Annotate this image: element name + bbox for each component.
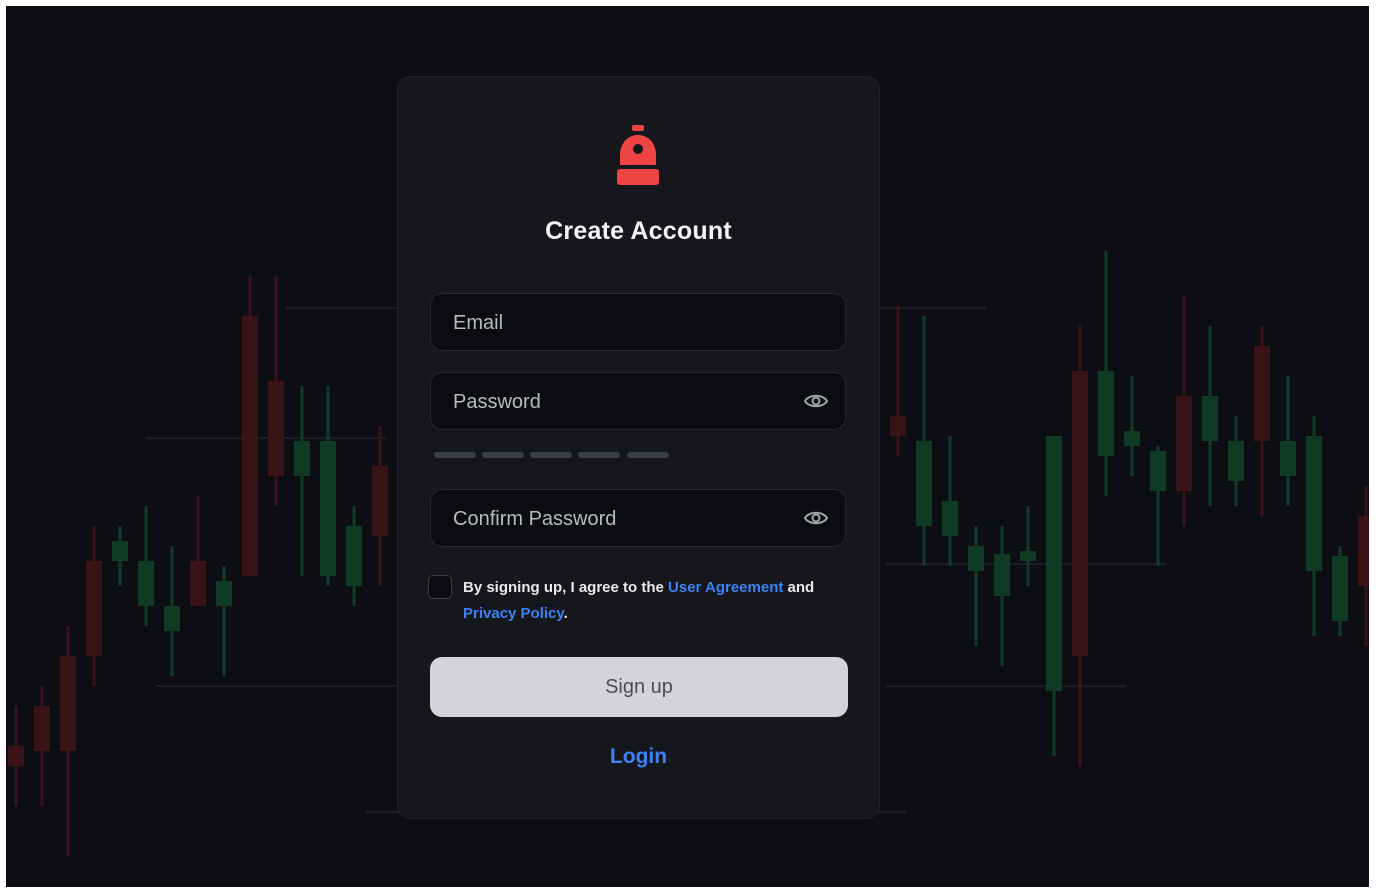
candle-body — [1176, 396, 1192, 491]
agreement-text-before: By signing up, I agree to the — [463, 579, 669, 596]
agreement-text: By signing up, I agree to the User Agree… — [463, 575, 843, 627]
eye-icon[interactable] — [803, 507, 829, 529]
password-strength-meter — [434, 452, 674, 460]
privacy-policy-link[interactable]: Privacy Policy — [463, 605, 564, 622]
candle-body — [1046, 436, 1062, 691]
candle-body — [8, 746, 24, 766]
candle-body — [1124, 431, 1140, 446]
confirm-password-input[interactable] — [451, 490, 795, 548]
candle-body — [1098, 371, 1114, 456]
candle-body — [86, 561, 102, 656]
eye-icon[interactable] — [803, 390, 829, 412]
email-field[interactable] — [430, 293, 846, 352]
agreement-text-middle: and — [783, 579, 815, 596]
candle-body — [1072, 371, 1088, 656]
candle-body — [190, 561, 206, 606]
candle-body — [164, 606, 180, 631]
candle-body — [968, 546, 984, 571]
candle-body — [60, 656, 76, 751]
strength-segment — [627, 452, 669, 458]
candle-body — [242, 316, 258, 576]
candle-body — [112, 541, 128, 561]
candle-body — [294, 441, 310, 476]
candle-body — [1306, 436, 1322, 571]
candle-body — [1358, 516, 1369, 586]
password-input[interactable] — [451, 373, 795, 431]
agreement-checkbox[interactable] — [428, 575, 452, 599]
candle-body — [346, 526, 362, 586]
padlock-icon — [617, 125, 659, 185]
candle-body — [216, 581, 232, 606]
candle-body — [1332, 556, 1348, 621]
signup-card: Create Account By s — [397, 76, 880, 819]
candle-body — [320, 441, 336, 576]
screen: Create Account By s — [6, 6, 1369, 887]
candle-body — [890, 416, 906, 436]
password-field[interactable] — [430, 372, 846, 431]
strength-segment — [482, 452, 524, 458]
email-input[interactable] — [451, 294, 795, 352]
page-title: Create Account — [545, 217, 732, 245]
candle-body — [138, 561, 154, 606]
login-link[interactable]: Login — [398, 745, 879, 769]
candle-body — [1150, 451, 1166, 491]
signup-button[interactable]: Sign up — [430, 657, 848, 717]
candle-body — [268, 381, 284, 476]
candle-body — [372, 466, 388, 536]
strength-segment — [434, 452, 476, 458]
candle-body — [1280, 441, 1296, 476]
candle-body — [1228, 441, 1244, 481]
candle-body — [916, 441, 932, 526]
candle-body — [1254, 346, 1270, 441]
strength-segment — [530, 452, 572, 458]
candle-body — [994, 554, 1010, 596]
agreement-text-after: . — [563, 605, 568, 622]
strength-segment — [578, 452, 620, 458]
candle-body — [34, 706, 50, 751]
candle-body — [1202, 396, 1218, 441]
candle-body — [942, 501, 958, 536]
confirm-password-field[interactable] — [430, 489, 846, 548]
user-agreement-link[interactable]: User Agreement — [668, 579, 783, 596]
candle-body — [1020, 551, 1036, 561]
